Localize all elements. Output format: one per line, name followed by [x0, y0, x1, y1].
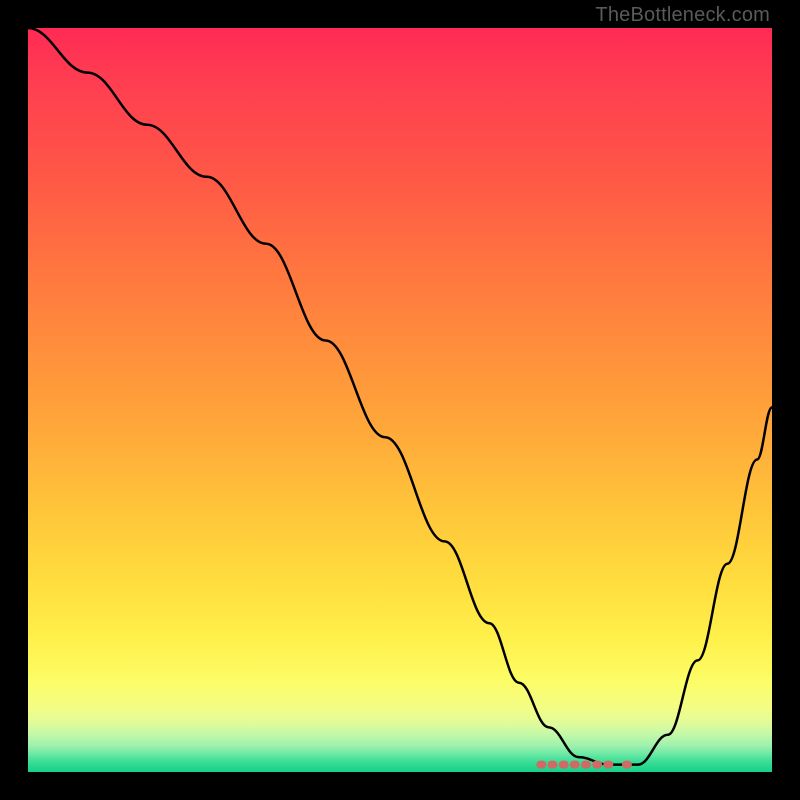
chart-svg	[28, 28, 772, 772]
optimal-marker	[592, 761, 602, 769]
bottleneck-curve-path	[28, 28, 772, 765]
optimal-marker	[548, 761, 558, 769]
optimal-marker	[581, 761, 591, 769]
optimal-marker	[570, 761, 580, 769]
plot-area	[28, 28, 772, 772]
watermark-text: TheBottleneck.com	[595, 4, 770, 27]
optimal-marker	[559, 761, 569, 769]
optimal-marker	[536, 761, 546, 769]
optimal-marker	[622, 761, 632, 769]
chart-frame: TheBottleneck.com	[0, 0, 800, 800]
optimal-marker	[603, 761, 613, 769]
